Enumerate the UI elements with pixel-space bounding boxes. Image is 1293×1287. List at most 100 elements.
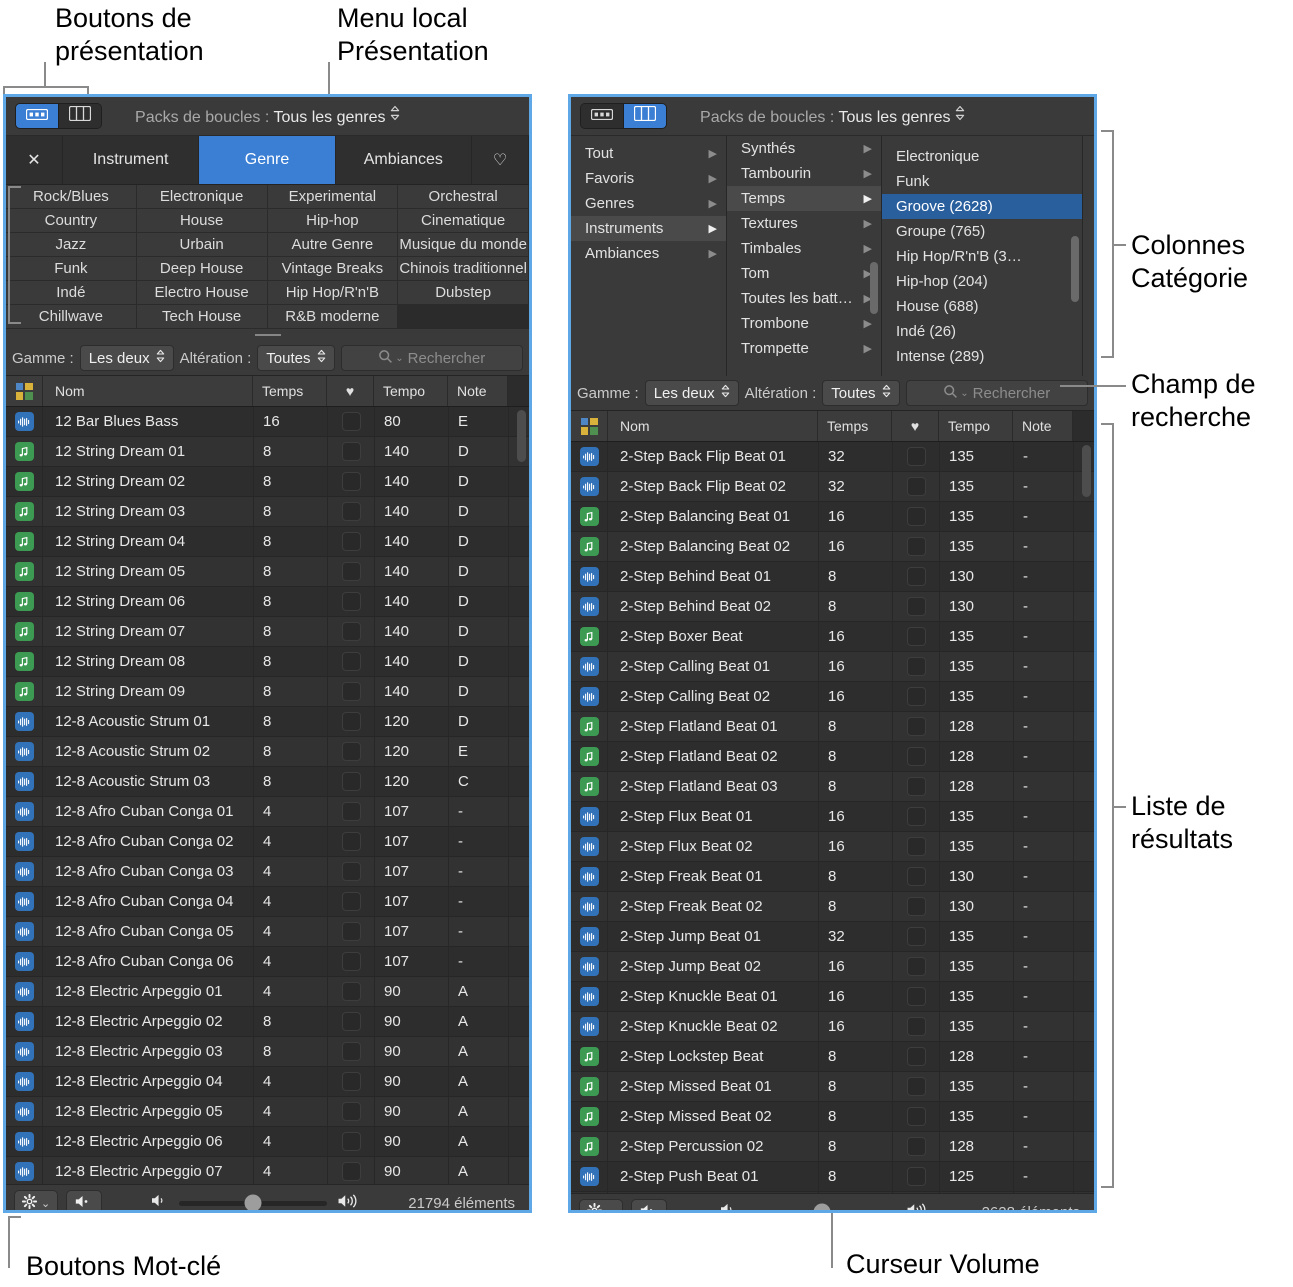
row-favorite-checkbox[interactable] <box>892 1042 939 1071</box>
category-item[interactable]: Tambourin ▶ <box>727 161 881 186</box>
row-favorite-checkbox[interactable] <box>892 532 939 561</box>
row-favorite-checkbox[interactable] <box>327 737 374 766</box>
row-favorite-checkbox[interactable] <box>327 437 374 466</box>
row-favorite-checkbox[interactable] <box>892 772 939 801</box>
keyword-button[interactable]: Jazz <box>6 233 137 257</box>
checkbox[interactable] <box>341 742 361 761</box>
table-row[interactable]: 12-8 Afro Cuban Conga 02 4 107- <box>6 827 529 857</box>
category-item[interactable]: Synthés ▶ <box>727 136 881 161</box>
category-item[interactable]: Tout ▶ <box>571 141 726 166</box>
category-item[interactable]: Electronique <box>882 144 1082 169</box>
settings-gear-button[interactable]: ⌄ <box>579 1199 624 1210</box>
row-favorite-checkbox[interactable] <box>327 857 374 886</box>
table-row[interactable]: 2-Step Push Beat 028 125- <box>571 1192 1094 1193</box>
gamme-popup[interactable]: Les deux <box>79 345 174 371</box>
table-row[interactable]: 12 String Dream 09 8 140 D <box>6 677 529 707</box>
category-item[interactable]: Groove (2628) <box>882 194 1082 219</box>
keyword-button[interactable]: Hip-hop <box>267 209 399 233</box>
keyword-button[interactable]: Autre Genre <box>267 233 399 257</box>
checkbox[interactable] <box>906 627 926 646</box>
right-list-scrollbar[interactable] <box>1082 445 1091 497</box>
keyword-button[interactable]: Hip Hop/R'n'B <box>267 281 399 305</box>
row-favorite-checkbox[interactable] <box>892 1102 939 1131</box>
keyword-button[interactable]: House <box>136 209 268 233</box>
tab-instrument[interactable]: Instrument <box>63 136 200 184</box>
alteration-popup[interactable]: Toutes <box>822 380 900 406</box>
row-favorite-checkbox[interactable] <box>892 1072 939 1101</box>
checkbox[interactable] <box>906 717 926 736</box>
column-view-button[interactable] <box>58 104 101 128</box>
category-item[interactable]: Genres ▶ <box>571 191 726 216</box>
table-row[interactable]: 12 String Dream 07 8 140 D <box>6 617 529 647</box>
category-item[interactable]: Funk <box>882 169 1082 194</box>
row-favorite-checkbox[interactable] <box>327 407 374 436</box>
table-row[interactable]: 12-8 Electric Arpeggio 04 4 90 A <box>6 1067 529 1097</box>
volume-slider-knob[interactable] <box>244 1194 262 1210</box>
table-row[interactable]: 12-8 Afro Cuban Conga 03 4 107- <box>6 857 529 887</box>
checkbox[interactable] <box>341 712 361 731</box>
row-favorite-checkbox[interactable] <box>892 1162 939 1191</box>
keyword-button[interactable]: Rock/Blues <box>6 185 137 209</box>
table-row[interactable]: 12 String Dream 02 8 140 D <box>6 467 529 497</box>
category-column-scrollbar[interactable] <box>870 262 878 314</box>
checkbox[interactable] <box>341 892 361 911</box>
column-header-note[interactable]: Note <box>1013 411 1073 441</box>
row-favorite-checkbox[interactable] <box>892 802 939 831</box>
category-item[interactable]: Hip-hop (204) <box>882 269 1082 294</box>
row-favorite-checkbox[interactable] <box>892 652 939 681</box>
checkbox[interactable] <box>906 867 926 886</box>
search-input[interactable]: ⌄ Rechercher <box>905 380 1088 406</box>
row-favorite-checkbox[interactable] <box>327 1127 374 1156</box>
checkbox[interactable] <box>906 927 926 946</box>
checkbox[interactable] <box>906 777 926 796</box>
keyword-button[interactable]: R&B moderne <box>267 305 399 329</box>
table-row[interactable]: 2-Step Flatland Beat 02 8 128- <box>571 742 1094 772</box>
table-row[interactable]: 12 String Dream 08 8 140 D <box>6 647 529 677</box>
keyword-button[interactable]: Funk <box>6 257 137 281</box>
table-row[interactable]: 2-Step Behind Beat 02 8 130- <box>571 592 1094 622</box>
column-header-note[interactable]: Note <box>448 376 508 406</box>
keyword-grid-resize-handle[interactable] <box>6 329 529 341</box>
row-favorite-checkbox[interactable] <box>327 1007 374 1036</box>
row-favorite-checkbox[interactable] <box>892 1132 939 1161</box>
keyword-button[interactable]: Deep House <box>136 257 268 281</box>
row-favorite-checkbox[interactable] <box>327 497 374 526</box>
row-favorite-checkbox[interactable] <box>892 562 939 591</box>
checkbox[interactable] <box>341 802 361 821</box>
table-row[interactable]: 2-Step Missed Beat 02 8 135- <box>571 1102 1094 1132</box>
preview-mute-button[interactable] <box>66 1190 103 1210</box>
table-row[interactable]: 12-8 Acoustic Strum 03 8 120 C <box>6 767 529 797</box>
column-header-nom[interactable]: Nom <box>608 411 818 441</box>
row-favorite-checkbox[interactable] <box>327 677 374 706</box>
volume-slider[interactable] <box>748 1203 897 1210</box>
table-row[interactable]: 12-8 Electric Arpeggio 02 8 90 A <box>6 1007 529 1037</box>
table-row[interactable]: 12-8 Afro Cuban Conga 04 4 107- <box>6 887 529 917</box>
keyword-button[interactable]: Chillwave <box>6 305 137 329</box>
column-header-heart[interactable]: ♥ <box>892 411 939 441</box>
volume-slider[interactable] <box>179 1194 328 1210</box>
row-favorite-checkbox[interactable] <box>892 502 939 531</box>
settings-gear-button[interactable]: ⌄ <box>14 1190 59 1210</box>
table-row[interactable]: 12 Bar Blues Bass 16 80 E <box>6 407 529 437</box>
column-header-heart[interactable]: ♥ <box>327 376 374 406</box>
preview-mute-button[interactable] <box>631 1199 668 1210</box>
table-row[interactable]: 12-8 Afro Cuban Conga 05 4 107- <box>6 917 529 947</box>
checkbox[interactable] <box>341 982 361 1001</box>
list-view-button[interactable] <box>581 104 623 128</box>
category-item[interactable]: Ambiances ▶ <box>571 241 726 266</box>
checkbox[interactable] <box>906 807 926 826</box>
row-favorite-checkbox[interactable] <box>892 1192 939 1193</box>
table-row[interactable]: 2-Step Calling Beat 01 16 135- <box>571 652 1094 682</box>
checkbox[interactable] <box>906 507 926 526</box>
checkbox[interactable] <box>906 957 926 976</box>
keyword-button[interactable]: Cinematique <box>398 209 529 233</box>
checkbox[interactable] <box>341 652 361 671</box>
keyword-button[interactable]: Chinois traditionnel <box>398 257 529 281</box>
table-row[interactable]: 2-Step Flatland Beat 03 8 128- <box>571 772 1094 802</box>
keyword-button[interactable]: Indé <box>6 281 137 305</box>
favorite-heart-icon[interactable]: ♡ <box>472 136 529 184</box>
category-item[interactable]: Toutes les batt… ▶ <box>727 286 881 311</box>
table-row[interactable]: 12 String Dream 04 8 140 D <box>6 527 529 557</box>
left-results-list[interactable]: 12 Bar Blues Bass 16 80 E 12 String Dream 01… <box>6 407 529 1184</box>
table-row[interactable]: 2-Step Jump Beat 01 32 135- <box>571 922 1094 952</box>
